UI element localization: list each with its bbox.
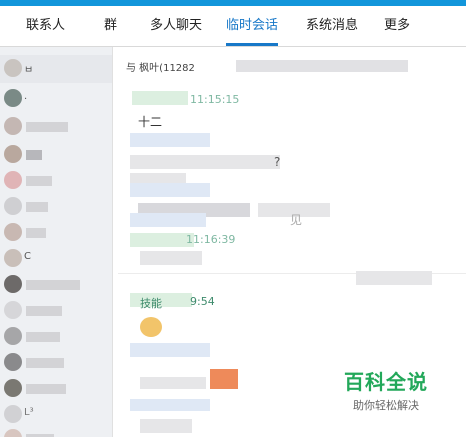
message-text-blurred xyxy=(304,203,328,217)
watermark-logo: 百科全说 助你轻松解决 xyxy=(336,366,436,413)
sender-name-blurred xyxy=(132,91,188,105)
avatar xyxy=(4,89,22,107)
contact-name-blurred xyxy=(26,202,48,212)
contact-name-blurred xyxy=(26,332,60,342)
contact-item[interactable] xyxy=(0,193,112,221)
contact-item[interactable] xyxy=(0,349,112,377)
contact-name-blurred xyxy=(26,384,66,394)
contact-name-blurred xyxy=(26,150,42,160)
tab-temp-session[interactable]: 临时会话 xyxy=(226,6,278,46)
message-time: 9:54 xyxy=(190,295,215,308)
tab-more[interactable]: 更多 xyxy=(384,6,410,46)
sender-name-blurred xyxy=(130,183,210,197)
avatar xyxy=(4,145,22,163)
message-text: 十二 xyxy=(138,115,163,129)
contact-item[interactable] xyxy=(0,219,112,247)
message-time: 11:15:15 xyxy=(190,93,240,106)
tab-multi-chat[interactable]: 多人聊天 xyxy=(150,6,202,46)
watermark-subtitle: 助你轻松解决 xyxy=(353,399,419,412)
contact-item[interactable]: ㅂ xyxy=(0,55,112,83)
avatar xyxy=(4,249,22,267)
tab-contacts[interactable]: 联系人 xyxy=(26,6,65,46)
avatar xyxy=(4,59,22,77)
sender-name-blurred xyxy=(130,133,210,147)
tab-system-messages[interactable]: 系统消息 xyxy=(306,6,358,46)
contact-item[interactable] xyxy=(0,167,112,195)
contact-name: ㅂ xyxy=(24,65,34,76)
contact-item[interactable] xyxy=(0,297,112,325)
contact-item[interactable] xyxy=(0,425,112,437)
sender-name-blurred xyxy=(130,213,206,227)
sticker-image xyxy=(210,369,238,389)
contact-name-blurred xyxy=(26,306,62,316)
avatar xyxy=(4,405,22,423)
sender-name-blurred xyxy=(130,399,210,411)
message-text-blurred xyxy=(140,419,192,433)
avatar xyxy=(4,301,22,319)
avatar xyxy=(4,275,22,293)
avatar xyxy=(4,327,22,345)
avatar xyxy=(4,197,22,215)
contact-item[interactable]: . xyxy=(0,85,112,113)
watermark-title: 百科全说 xyxy=(344,370,428,394)
avatar xyxy=(4,171,22,189)
avatar xyxy=(4,353,22,371)
contact-name-blurred xyxy=(26,176,52,186)
contact-item[interactable] xyxy=(0,323,112,351)
message-text-blurred xyxy=(140,377,206,389)
sender-name-partial: 技能 xyxy=(140,297,162,310)
contact-name-blurred xyxy=(26,358,64,368)
contact-item[interactable] xyxy=(0,113,112,141)
contact-name-blurred xyxy=(26,280,80,290)
message-text-blurred xyxy=(130,155,280,169)
contact-name-blurred xyxy=(26,122,68,132)
message-manager-tabs: 联系人 群 多人聊天 临时会话 系统消息 更多 xyxy=(0,6,466,47)
contact-item[interactable] xyxy=(0,141,112,169)
message-partial-word: 见 xyxy=(290,213,303,227)
sender-name-blurred xyxy=(130,233,194,247)
contact-name: L³ xyxy=(24,407,34,418)
tab-groups[interactable]: 群 xyxy=(104,6,117,46)
sender-name-blurred xyxy=(130,343,210,357)
contact-item[interactable] xyxy=(0,375,112,403)
chat-title-blurred xyxy=(236,60,408,72)
avatar xyxy=(4,429,22,437)
contact-list: ㅂ . C L³ xyxy=(0,47,113,437)
contact-item[interactable] xyxy=(0,271,112,299)
contact-item[interactable]: C xyxy=(0,245,112,273)
avatar xyxy=(4,117,22,135)
message-question-mark: ? xyxy=(274,155,281,169)
avatar xyxy=(4,379,22,397)
date-label-blurred xyxy=(356,271,432,285)
contact-name-blurred xyxy=(26,228,46,238)
avatar xyxy=(4,223,22,241)
contact-name: C xyxy=(24,251,31,262)
emoji-image xyxy=(140,317,162,337)
chat-partner-title: 与 枫叶(11282 xyxy=(126,63,195,74)
message-time: 11:16:39 xyxy=(186,233,236,246)
message-text-blurred xyxy=(140,251,202,265)
active-tab-indicator xyxy=(226,43,278,46)
contact-name: . xyxy=(24,91,28,102)
